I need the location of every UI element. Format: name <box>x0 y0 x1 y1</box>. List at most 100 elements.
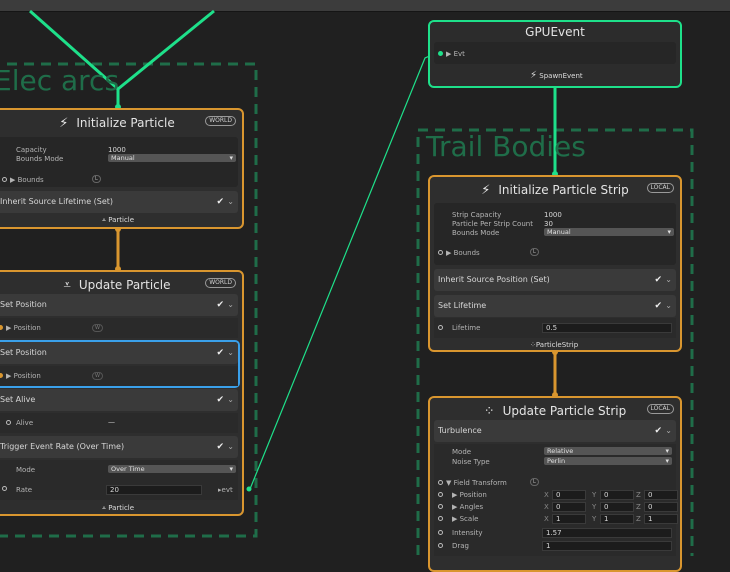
chevron-down-icon[interactable]: ⌄ <box>227 342 234 364</box>
settings-panel: Strip Capacity 1000 Particle Per Strip C… <box>434 203 676 265</box>
mode-dropdown[interactable]: Over Time <box>108 465 236 473</box>
context-title: Update Particle Strip <box>502 404 627 418</box>
angles-port[interactable] <box>438 504 443 509</box>
context-title: Initialize Particle Strip <box>498 183 629 197</box>
block-set-alive[interactable]: Set Alive ✔ ⌄ <box>0 389 238 411</box>
trigger-settings: Mode Over Time Rate 20 ▸evt <box>0 460 238 500</box>
block-set-lifetime[interactable]: Set Lifetime ✔ ⌄ <box>434 295 676 317</box>
intensity-field[interactable]: 1.57 <box>542 528 672 538</box>
enabled-check-icon[interactable]: ✔ <box>216 389 224 411</box>
chevron-down-icon[interactable]: ⌄ <box>227 389 234 411</box>
scale-x-field[interactable]: 1 <box>552 514 586 524</box>
capacity-value[interactable]: 1000 <box>108 146 126 154</box>
block-set-position-1[interactable]: Set Position ✔ ⌄ <box>0 294 238 316</box>
enabled-check-icon[interactable]: ✔ <box>654 295 662 317</box>
update-particle-context[interactable]: ⩡ Update Particle WORLD Set Position ✔ ⌄… <box>0 270 244 516</box>
position-z-field[interactable]: 0 <box>644 490 678 500</box>
per-strip-count-value[interactable]: 30 <box>544 220 553 228</box>
context-header: ⚡ Initialize Particle Strip LOCAL <box>430 177 680 203</box>
chevron-down-icon[interactable]: ⌄ <box>665 295 672 317</box>
chevron-down-icon[interactable]: ⌄ <box>665 269 672 291</box>
gpu-event-node[interactable]: GPUEvent ▶ Evt ⚡ SpawnEvent <box>428 20 682 88</box>
bounds-mode-dropdown[interactable]: Manual <box>544 228 674 236</box>
bounds-input-port[interactable] <box>438 250 443 255</box>
enabled-check-icon[interactable]: ✔ <box>654 420 662 442</box>
chevron-down-icon[interactable]: ⌄ <box>665 420 672 442</box>
mode-dropdown[interactable]: Relative <box>544 447 672 455</box>
block-title: Inherit Source Lifetime (Set) <box>0 197 114 206</box>
rate-field[interactable]: 20 <box>106 485 202 495</box>
context-title: Initialize Particle <box>76 116 175 130</box>
context-output-label: ⩡ Particle <box>102 216 135 224</box>
scale-y-field[interactable]: 1 <box>600 514 634 524</box>
settings-panel: Capacity 1000 Bounds Mode Manual ▶ Bound… <box>0 137 238 187</box>
context-output-label: ⁘ParticleStrip <box>530 341 579 349</box>
position-port[interactable] <box>0 373 3 378</box>
block-turbulence[interactable]: Turbulence ✔ ⌄ <box>434 420 676 442</box>
block-inherit-source-position[interactable]: Inherit Source Position (Set) ✔ ⌄ <box>434 269 676 291</box>
space-badge[interactable]: WORLD <box>205 116 236 126</box>
block-set-position-2[interactable]: Set Position ✔ ⌄ <box>0 342 238 364</box>
space-badge[interactable]: LOCAL <box>646 404 674 414</box>
strip-capacity-value[interactable]: 1000 <box>544 211 562 219</box>
bolt-icon: ⚡ <box>59 115 69 131</box>
strip-update-icon: ⁘ <box>483 403 495 419</box>
block-inherit-source-lifetime[interactable]: Inherit Source Lifetime (Set) ✔ ⌄ <box>0 191 238 213</box>
enabled-check-icon[interactable]: ✔ <box>216 294 224 316</box>
block-trigger-event-rate[interactable]: Trigger Event Rate (Over Time) ✔ ⌄ <box>0 436 238 458</box>
context-header: ⚡ Initialize Particle WORLD <box>0 110 242 136</box>
scale-z-field[interactable]: 1 <box>644 514 678 524</box>
system-title-trail-bodies[interactable]: Trail Bodies <box>426 130 586 163</box>
bounds-mode-label: Bounds Mode <box>16 155 64 163</box>
alive-port[interactable] <box>6 420 11 425</box>
scale-port[interactable] <box>438 516 443 521</box>
system-title-elec-arcs[interactable]: Elec arcs <box>0 64 119 97</box>
local-badge[interactable]: L <box>530 478 539 486</box>
bounds-input-port[interactable] <box>2 177 7 182</box>
chevron-down-icon[interactable]: ⌄ <box>227 191 234 213</box>
enabled-check-icon[interactable]: ✔ <box>216 342 224 364</box>
event-wire <box>249 54 433 490</box>
lifetime-field[interactable]: 0.5 <box>542 323 672 333</box>
enabled-check-icon[interactable]: ✔ <box>216 191 224 213</box>
bounds-label: ▶ Bounds <box>10 176 44 184</box>
alive-row: Alive — <box>0 413 238 433</box>
evt-input-port[interactable] <box>438 51 443 56</box>
world-badge[interactable]: W <box>92 324 103 332</box>
position-port[interactable] <box>438 492 443 497</box>
space-badge[interactable]: LOCAL <box>646 183 674 193</box>
drag-port[interactable] <box>438 543 443 548</box>
position-port[interactable] <box>0 325 3 330</box>
intensity-port[interactable] <box>438 530 443 535</box>
rate-port[interactable] <box>2 486 7 491</box>
position-y-field[interactable]: 0 <box>600 490 634 500</box>
evt-output[interactable]: ▸evt <box>218 486 233 494</box>
field-transform-port[interactable] <box>438 480 443 485</box>
noise-type-dropdown[interactable]: Perlin <box>544 457 672 465</box>
chevron-down-icon[interactable]: ⌄ <box>227 436 234 458</box>
enabled-check-icon[interactable]: ✔ <box>654 269 662 291</box>
context-title: Update Particle <box>78 278 171 292</box>
angles-z-field[interactable]: 0 <box>644 502 678 512</box>
spawn-event-output: ⚡ SpawnEvent <box>530 70 583 81</box>
chevron-down-icon[interactable]: ⌄ <box>227 294 234 316</box>
update-particle-strip-context[interactable]: ⁘ Update Particle Strip LOCAL Turbulence… <box>428 396 682 572</box>
angles-y-field[interactable]: 0 <box>600 502 634 512</box>
context-header: GPUEvent <box>430 22 680 42</box>
world-badge[interactable]: W <box>92 372 103 380</box>
lifetime-port[interactable] <box>438 325 443 330</box>
enabled-check-icon[interactable]: ✔ <box>216 436 224 458</box>
local-badge[interactable]: L <box>530 248 539 256</box>
position-x-field[interactable]: 0 <box>552 490 586 500</box>
initialize-particle-context[interactable]: ⚡ Initialize Particle WORLD Capacity 100… <box>0 108 244 229</box>
space-badge[interactable]: WORLD <box>205 278 236 288</box>
angles-x-field[interactable]: 0 <box>552 502 586 512</box>
turbulence-settings: Mode Relative Noise Type Perlin ▼ Field … <box>434 444 678 556</box>
local-badge[interactable]: L <box>92 175 101 183</box>
alive-toggle[interactable]: — <box>108 418 115 426</box>
drag-field[interactable]: 1 <box>542 541 672 551</box>
bounds-mode-dropdown[interactable]: Manual <box>108 154 236 162</box>
initialize-particle-strip-context[interactable]: ⚡ Initialize Particle Strip LOCAL Strip … <box>428 175 682 352</box>
spawn-wire-right <box>117 9 215 91</box>
event-input-panel: ▶ Evt <box>434 42 676 64</box>
